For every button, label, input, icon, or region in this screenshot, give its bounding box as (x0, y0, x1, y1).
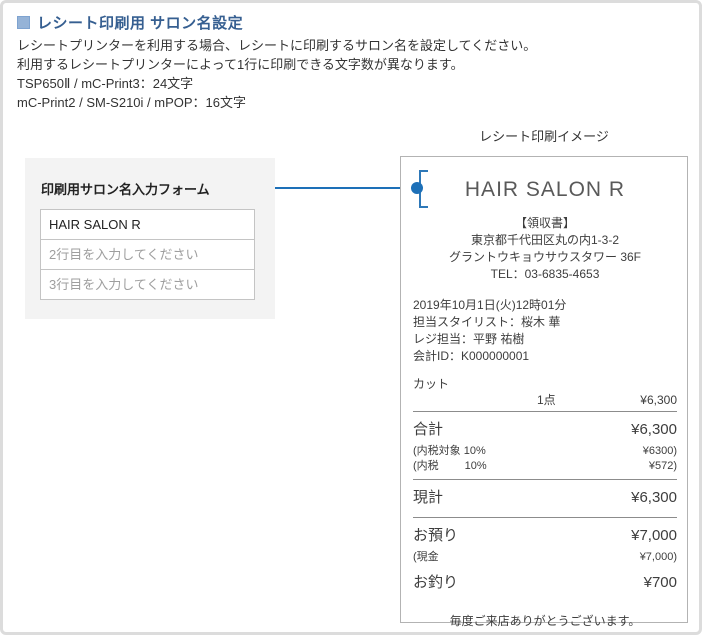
page-header: レシート印刷用 サロン名設定 (17, 12, 243, 33)
receipt-doc-type: 【領収書】 (514, 216, 575, 230)
receipt-tax-label: (内税 (413, 460, 439, 472)
connector-line (275, 187, 413, 189)
receipt-meta: 2019年10月1日(火)12時01分 担当スタイリスト：桜木 華 レジ担当：平… (413, 297, 677, 365)
connector-dot (411, 182, 423, 194)
receipt-cash-value: ¥7,000) (639, 551, 677, 563)
receipt-change-value: ¥700 (643, 574, 677, 591)
receipt-item-price: ¥6,300 (640, 393, 677, 407)
page-frame: レシート印刷用 サロン名設定 レシートプリンターを利用する場合、レシートに印刷す… (0, 0, 702, 635)
receipt-total-value: ¥6,300 (631, 421, 677, 438)
salon-name-line3-input[interactable] (40, 269, 255, 300)
receipt-address-line2: グラントウキョウサウスタワー 36F (448, 250, 641, 264)
receipt-tax-row: (内税 10% ¥572) (413, 459, 677, 474)
receipt-total-label: 合計 (413, 421, 444, 438)
connector-bracket-arm-bottom (419, 206, 428, 208)
receipt-preview-label: レシート印刷イメージ (479, 129, 609, 144)
receipt-cash-label: (現金 (413, 551, 439, 563)
receipt-tax-target-value: ¥6300) (642, 445, 677, 457)
receipt-net-row: 現計 ¥6,300 (413, 480, 677, 512)
salon-name-form: 印刷用サロン名入力フォーム (25, 158, 275, 319)
receipt-tax-value: ¥572) (648, 460, 677, 472)
receipt-net-label: 現計 (413, 489, 444, 506)
receipt-tax-target-label: (内税対象 10% (413, 445, 486, 457)
connector-bracket-arm-top (419, 170, 428, 172)
receipt-salon-name: HAIR SALON R (464, 178, 626, 201)
form-title: 印刷用サロン名入力フォーム (41, 182, 210, 197)
receipt-item-qty: 1点 (537, 393, 556, 407)
receipt-address-line1: 東京都千代田区丸の内1-3-2 (470, 233, 619, 247)
section-marker-icon (17, 16, 30, 29)
receipt-footer: 毎度ご来店ありがとうございます。 またの来店をお待ちしております。 (413, 612, 677, 632)
receipt-footer-line2: またの来店をお待ちしております。 (413, 630, 677, 632)
form-inputs (40, 209, 255, 300)
page-title: レシート印刷用 サロン名設定 (37, 15, 244, 32)
receipt-footer-line1: 毎度ご来店ありがとうございます。 (449, 614, 641, 628)
description-line: 利用するレシートプリンターによって1行に印刷できる文字数が異なります。 (17, 57, 464, 72)
salon-name-line2-input[interactable] (40, 239, 255, 270)
receipt-total-row: 合計 ¥6,300 (413, 412, 677, 444)
description-line: レシートプリンターを利用する場合、レシートに印刷するサロン名を設定してください。 (17, 38, 537, 53)
receipt-deposit-value: ¥7,000 (631, 527, 677, 544)
receipt-tax-rate: 10% (464, 460, 487, 472)
receipt-net-value: ¥6,300 (631, 489, 677, 506)
receipt-tel: TEL：03-6835-4653 (490, 267, 600, 281)
receipt-change-row: お釣り ¥700 (413, 565, 677, 597)
receipt-cashier: レジ担当：平野 祐樹 (413, 332, 525, 346)
receipt-datetime: 2019年10月1日(火)12時01分 (413, 298, 567, 312)
receipt-item-row: 1点 ¥6,300 (413, 392, 677, 408)
receipt-deposit-label: お預り (413, 527, 459, 544)
description-line: TSP650Ⅱ / mC-Print3：24文字 (17, 76, 194, 91)
description-line: mC-Print2 / SM-S210i / mPOP：16文字 (17, 95, 246, 110)
receipt-tax-target-row: (内税対象 10% ¥6300) (413, 444, 677, 459)
receipt-change-label: お釣り (413, 574, 459, 591)
receipt-cash-row: (現金 ¥7,000) (413, 550, 677, 565)
receipt-account-id: 会計ID：K000000001 (413, 349, 530, 363)
receipt-stylist: 担当スタイリスト：桜木 華 (413, 315, 561, 329)
description: レシートプリンターを利用する場合、レシートに印刷するサロン名を設定してください。… (17, 36, 536, 112)
receipt-item-name: カット (413, 377, 450, 391)
receipt-preview: HAIR SALON R 【領収書】 東京都千代田区丸の内1-3-2 グラントウ… (400, 156, 688, 628)
salon-name-line1-input[interactable] (40, 209, 255, 240)
receipt-deposit-row: お預り ¥7,000 (413, 518, 677, 550)
